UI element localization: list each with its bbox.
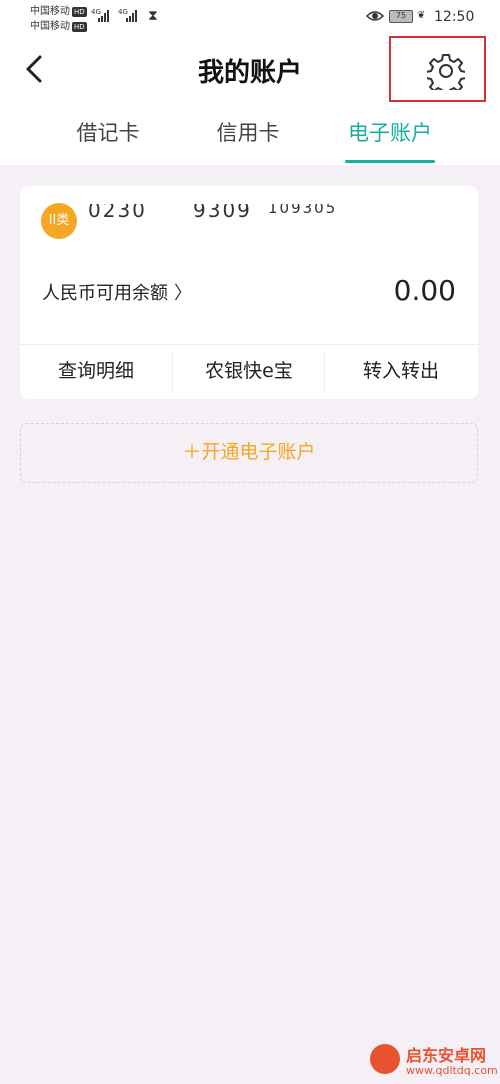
watermark-name: 启东安卓网 xyxy=(406,1046,487,1065)
settings-button[interactable] xyxy=(389,36,486,102)
account-number-part: 9309 xyxy=(193,204,252,220)
hourglass-icon: ⧗ xyxy=(148,8,158,24)
power-saving-icon: ❦ xyxy=(417,10,426,21)
carrier-1: 中国移动 HD xyxy=(30,2,87,17)
account-class-badge: II类 xyxy=(41,203,77,239)
eye-comfort-icon xyxy=(366,11,384,21)
tab-credit-card[interactable]: 信用卡 xyxy=(188,117,308,147)
balance-label: 人民币可用余额 xyxy=(42,283,168,304)
watermark-url: www.qdltdq.com xyxy=(406,1064,498,1077)
tab-e-account[interactable]: 电子账户 xyxy=(330,117,450,147)
signal-icon xyxy=(126,10,137,22)
watermark-logo xyxy=(370,1044,400,1074)
gear-icon xyxy=(427,54,465,90)
battery-icon: 75 xyxy=(389,10,413,23)
balance-link[interactable]: 人民币可用余额〉 xyxy=(42,279,192,305)
open-e-account-button[interactable]: ＋开通电子账户 xyxy=(20,423,478,483)
account-number-part: 0230 xyxy=(88,204,147,220)
active-tab-indicator xyxy=(345,160,435,163)
clock: 12:50 xyxy=(434,9,475,25)
hd-badge: HD xyxy=(72,22,87,32)
account-number-part: 109305 xyxy=(268,204,338,217)
carrier-2-label: 中国移动 xyxy=(30,21,70,32)
carrier-2: 中国移动 HD xyxy=(30,17,87,32)
quick-e-bao-button[interactable]: 农银快e宝 xyxy=(173,344,325,399)
tab-debit-card[interactable]: 借记卡 xyxy=(48,117,168,147)
carrier-1-label: 中国移动 xyxy=(30,6,70,17)
chevron-right-icon: 〉 xyxy=(174,283,192,304)
status-bar: 中国移动 HD 中国移动 HD 4G 4G ⧗ 75 ❦ 12:50 xyxy=(0,0,500,36)
account-number: 0230 9309 109305 xyxy=(88,204,388,220)
query-details-button[interactable]: 查询明细 xyxy=(20,344,172,399)
tab-bar: 借记卡 信用卡 电子账户 xyxy=(0,117,500,165)
account-card: II类 0230 9309 109305 人民币可用余额〉 0.00 查询明细 … xyxy=(20,186,478,399)
transfer-button[interactable]: 转入转出 xyxy=(325,344,477,399)
hd-badge: HD xyxy=(72,7,87,17)
balance-amount: 0.00 xyxy=(393,274,456,307)
signal-icon xyxy=(98,10,109,22)
